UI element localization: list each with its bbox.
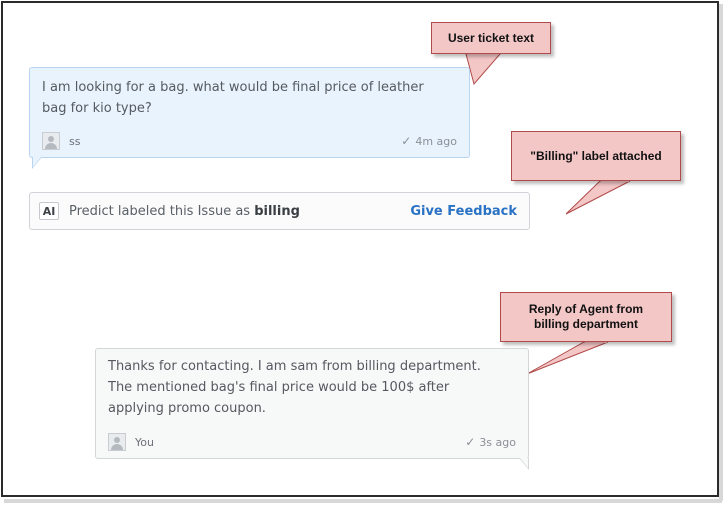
- frame-shadow-right: [719, 4, 723, 501]
- reply-author: You: [135, 435, 154, 449]
- ticket-author: ss: [69, 134, 81, 148]
- ticket-message: I am looking for a bag. what would be fi…: [42, 80, 424, 116]
- ticket-timestamp: ✓ 4m ago: [401, 134, 457, 148]
- frame-shadow: [4, 499, 722, 503]
- ai-prediction-text: Predict labeled this Issue as billing: [69, 204, 300, 219]
- user-ticket-bubble: I am looking for a bag. what would be fi…: [29, 67, 470, 158]
- reply-timestamp: ✓ 3s ago: [465, 435, 516, 449]
- avatar-icon: [108, 433, 126, 451]
- give-feedback-link[interactable]: Give Feedback: [410, 204, 517, 219]
- agent-reply-callout: Reply of Agent from billing department: [500, 292, 672, 342]
- user-ticket-callout: User ticket text: [431, 22, 551, 54]
- ai-prediction-prefix: Predict labeled this Issue as: [69, 203, 255, 219]
- avatar-icon: [42, 132, 60, 150]
- ticket-time-text: 4m ago: [415, 134, 457, 148]
- ticket-meta: ss ✓ 4m ago: [42, 132, 457, 150]
- billing-label-callout: "Billing" label attached: [511, 131, 681, 181]
- check-icon: ✓: [401, 134, 412, 148]
- reply-message: Thanks for contacting. I am sam from bil…: [108, 359, 481, 416]
- ticket-bubble-tail-inner: [33, 157, 41, 167]
- ai-prediction-bar: AI Predict labeled this Issue as billing…: [29, 192, 530, 230]
- reply-meta: You ✓ 3s ago: [108, 433, 516, 451]
- ai-badge-icon: AI: [39, 202, 59, 220]
- check-icon: ✓: [465, 435, 476, 449]
- ai-prediction-label: billing: [254, 203, 300, 219]
- agent-reply-bubble: Thanks for contacting. I am sam from bil…: [95, 348, 529, 459]
- reply-bubble-tail-inner: [520, 458, 528, 468]
- reply-time-text: 3s ago: [479, 435, 516, 449]
